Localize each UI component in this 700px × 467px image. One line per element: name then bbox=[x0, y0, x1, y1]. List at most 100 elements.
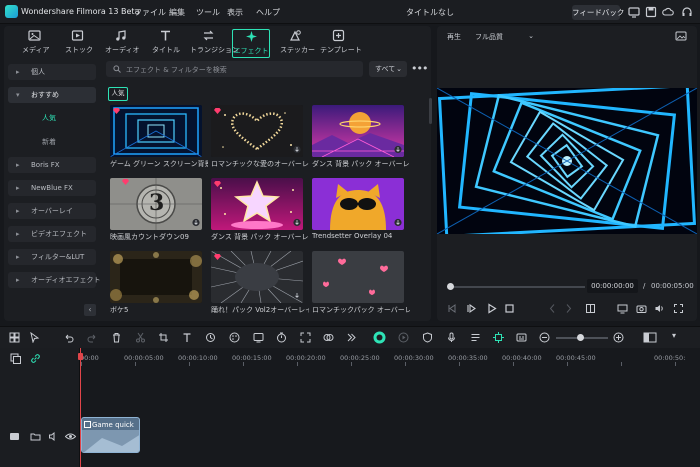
layout-grid-icon[interactable] bbox=[9, 332, 20, 343]
mask-shape-icon[interactable] bbox=[323, 332, 334, 343]
effect-thumb-romantic-love-overlay[interactable] bbox=[211, 105, 303, 157]
download-icon[interactable] bbox=[394, 145, 402, 154]
download-icon[interactable] bbox=[293, 218, 301, 227]
previous-frame-icon[interactable] bbox=[447, 303, 458, 314]
render-preview-icon[interactable] bbox=[398, 332, 409, 343]
collapse-sidebar-button[interactable]: ‹ bbox=[84, 304, 96, 316]
sidebar-item-audio-effects[interactable]: ▸ オーディオエフェクト bbox=[8, 272, 101, 288]
double-chevron-right-icon[interactable] bbox=[346, 332, 357, 343]
voiceover-list-icon[interactable] bbox=[470, 332, 481, 343]
sidebar-item-personal[interactable]: ▸ 個人 bbox=[8, 64, 96, 80]
menu-view[interactable]: 表示 bbox=[227, 7, 243, 18]
shield-marker-icon[interactable] bbox=[422, 332, 433, 343]
more-options-icon[interactable]: ••• bbox=[411, 62, 428, 75]
mark-in-icon[interactable] bbox=[547, 303, 558, 314]
step-play-icon[interactable] bbox=[466, 303, 477, 314]
tab-stock[interactable]: ストック bbox=[65, 29, 93, 58]
timeline-playhead[interactable] bbox=[80, 348, 81, 467]
ai-portrait-icon[interactable] bbox=[253, 332, 264, 343]
zoom-out-icon[interactable] bbox=[539, 332, 550, 343]
auto-ripple-toggle-icon[interactable] bbox=[373, 331, 386, 344]
folder-lock-icon[interactable] bbox=[30, 431, 41, 442]
sidebar-subitem-new[interactable]: 新着 bbox=[42, 137, 56, 147]
current-time[interactable]: 00:00:00:00 bbox=[587, 279, 638, 293]
effect-thumb-movie-countdown[interactable]: 3 bbox=[110, 178, 202, 230]
download-icon[interactable] bbox=[192, 218, 200, 227]
tab-transitions[interactable]: トランジション bbox=[190, 29, 239, 58]
download-icon[interactable] bbox=[293, 145, 301, 154]
sidebar-subitem-popular[interactable]: 人気 bbox=[42, 113, 56, 123]
menu-edit[interactable]: 編集 bbox=[169, 7, 185, 18]
zoom-slider-handle[interactable] bbox=[577, 334, 584, 341]
menu-file[interactable]: ファイル bbox=[134, 7, 166, 18]
save-icon[interactable] bbox=[645, 6, 657, 18]
color-palette-icon[interactable] bbox=[229, 332, 240, 343]
zoom-in-icon[interactable] bbox=[613, 332, 624, 343]
playback-scrubber-handle[interactable] bbox=[447, 283, 454, 290]
crop-icon[interactable] bbox=[158, 332, 169, 343]
sidebar-item-newblue-fx[interactable]: ▸ NewBlue FX bbox=[8, 180, 96, 196]
effect-thumb-game-green-screen[interactable] bbox=[110, 105, 202, 157]
search-input[interactable]: エフェクト & フィルターを検索 bbox=[126, 65, 227, 75]
sidebar-item-filter-lut[interactable]: ▸ フィルター&LUT bbox=[8, 249, 96, 265]
tab-media[interactable]: メディア bbox=[22, 29, 50, 58]
track-audio-icon[interactable] bbox=[48, 431, 59, 442]
fit-frame-icon[interactable] bbox=[300, 332, 311, 343]
redo-icon[interactable] bbox=[87, 332, 98, 343]
effect-thumb-bokeh5[interactable] bbox=[110, 251, 202, 303]
sidebar-item-overlay[interactable]: ▸ オーバーレイ bbox=[8, 203, 96, 219]
microphone-icon[interactable] bbox=[446, 332, 457, 343]
text-icon[interactable] bbox=[182, 332, 193, 343]
playhead-handle[interactable] bbox=[78, 353, 83, 360]
view-layout-icon[interactable] bbox=[643, 332, 657, 343]
menu-help[interactable]: ヘルプ bbox=[256, 7, 280, 18]
tab-effects[interactable]: エフェクト bbox=[232, 29, 270, 58]
quality-select[interactable]: フル品質 ⌄ bbox=[475, 32, 537, 42]
effects-search-bar[interactable]: エフェクト & フィルターを検索 bbox=[106, 61, 363, 77]
effect-thumb-dance-bg-pack-04[interactable] bbox=[211, 178, 303, 230]
sidebar-item-recommended[interactable]: ▾ おすすめ bbox=[8, 87, 96, 103]
display-monitor-icon[interactable] bbox=[617, 303, 628, 314]
tab-templates[interactable]: テンプレート bbox=[320, 29, 362, 58]
link-icon[interactable] bbox=[30, 353, 41, 364]
grid-scrollbar[interactable] bbox=[429, 98, 432, 124]
scene-detect-icon[interactable] bbox=[493, 332, 504, 343]
timeline-area[interactable]: 00:00 00:00:05:00 00:00:10:00 00:00:15:0… bbox=[0, 348, 700, 467]
chevron-down-icon[interactable]: ▾ bbox=[672, 331, 676, 340]
effect-thumb-romantic-pack-overlay[interactable] bbox=[312, 251, 404, 303]
scissors-split-icon[interactable] bbox=[135, 332, 146, 343]
effect-thumb-dance-pack-vol2[interactable] bbox=[211, 251, 303, 303]
filter-select[interactable]: すべて ⌄ bbox=[369, 61, 407, 77]
subtitle-icon[interactable] bbox=[516, 332, 527, 343]
add-track-icon[interactable] bbox=[10, 353, 21, 364]
undo-icon[interactable] bbox=[63, 332, 74, 343]
monitor-icon[interactable] bbox=[628, 6, 640, 18]
cloud-upload-icon[interactable] bbox=[662, 6, 674, 18]
effect-thumb-dance-bg-pack-01[interactable] bbox=[312, 105, 404, 157]
fullscreen-icon[interactable] bbox=[673, 303, 684, 314]
delete-trash-icon[interactable] bbox=[111, 332, 122, 343]
tab-audio[interactable]: オーディオ bbox=[105, 29, 140, 58]
feedback-button[interactable]: フィードバック bbox=[572, 5, 624, 20]
headset-support-icon[interactable] bbox=[681, 6, 693, 18]
sidebar-item-video-effects[interactable]: ▸ ビデオエフェクト bbox=[8, 226, 96, 242]
download-icon[interactable] bbox=[394, 218, 402, 227]
playback-progress-track[interactable] bbox=[449, 286, 585, 288]
tab-stickers[interactable]: ステッカー bbox=[280, 29, 315, 58]
tab-titles[interactable]: タイトル bbox=[152, 29, 180, 58]
video-preview-canvas[interactable] bbox=[437, 88, 697, 234]
play-icon[interactable] bbox=[486, 303, 497, 314]
timer-icon[interactable] bbox=[276, 332, 287, 343]
select-cursor-icon[interactable] bbox=[29, 332, 40, 343]
speed-clock-icon[interactable] bbox=[205, 332, 216, 343]
effect-thumb-trendsetter-overlay[interactable] bbox=[312, 178, 404, 230]
volume-icon[interactable] bbox=[654, 303, 665, 314]
snapshot-image-icon[interactable] bbox=[675, 31, 687, 41]
eye-visibility-icon[interactable] bbox=[65, 431, 76, 442]
timeline-video-clip[interactable]: Game quick bbox=[81, 417, 140, 453]
mark-out-icon[interactable] bbox=[563, 303, 574, 314]
insert-clip-icon[interactable] bbox=[585, 303, 596, 314]
sidebar-item-boris-fx[interactable]: ▸ Boris FX bbox=[8, 157, 96, 173]
camera-snapshot-icon[interactable] bbox=[636, 303, 647, 314]
download-icon[interactable] bbox=[293, 291, 301, 300]
